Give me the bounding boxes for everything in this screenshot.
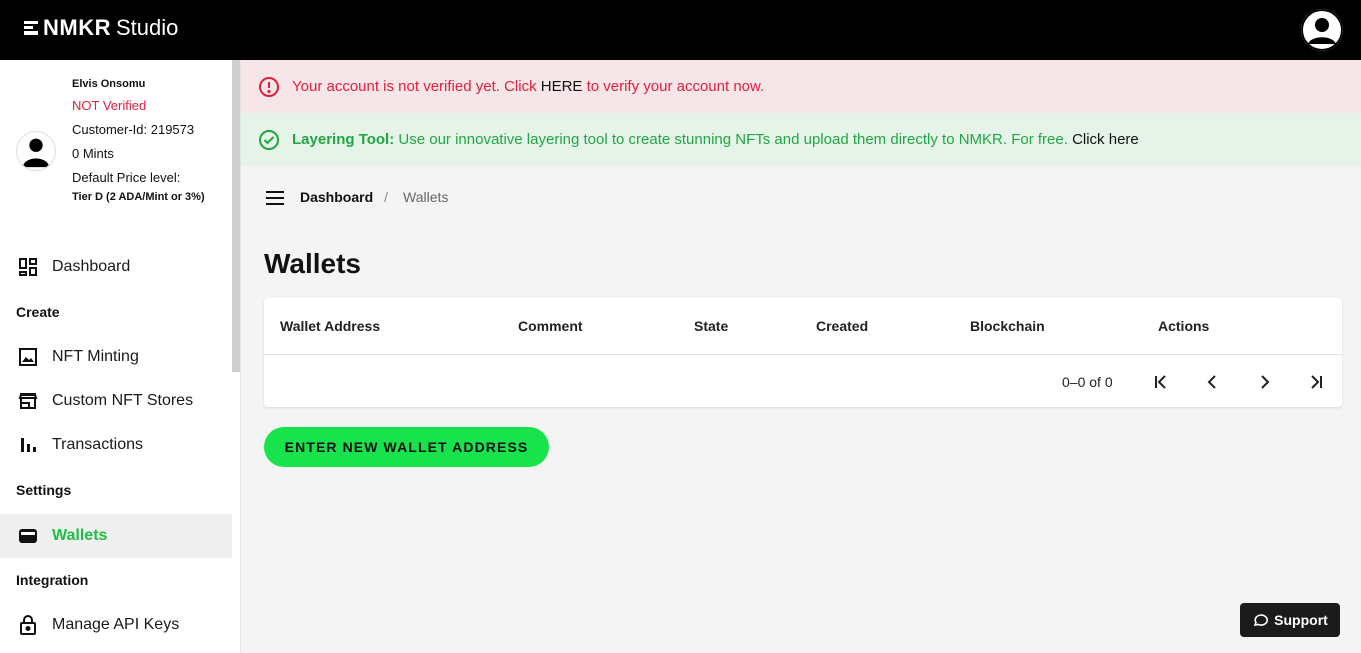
- first-page-icon[interactable]: [1149, 370, 1173, 394]
- user-avatar-icon[interactable]: [1301, 9, 1343, 51]
- page-title: Wallets: [264, 248, 361, 279]
- store-icon: [17, 390, 39, 412]
- sidebar-item-custom-stores[interactable]: Custom NFT Stores: [0, 379, 232, 423]
- column-header[interactable]: Blockchain: [970, 318, 1045, 334]
- column-header[interactable]: State: [694, 318, 728, 334]
- nmkr-logo[interactable]: NMKR Studio: [24, 14, 178, 42]
- lock-icon: [17, 614, 39, 636]
- enter-new-wallet-button[interactable]: ENTER NEW WALLET ADDRESS: [264, 427, 549, 467]
- layering-tool-alert: Layering Tool: Use our innovative layeri…: [241, 113, 1361, 166]
- sidebar-item-label: NFT Minting: [52, 348, 139, 365]
- sidebar-item-api-keys[interactable]: Manage API Keys: [0, 603, 232, 647]
- sidebar-item-nft-minting[interactable]: NFT Minting: [0, 335, 232, 379]
- profile-avatar-icon: [16, 131, 56, 171]
- nmkr-logo-icon: [24, 21, 38, 35]
- alert-text-after: to verify your account now.: [582, 78, 765, 95]
- sidebar-item-label: Transactions: [52, 436, 143, 453]
- sidebar-item-dashboard[interactable]: Dashboard: [0, 245, 232, 289]
- column-header[interactable]: Created: [816, 318, 868, 334]
- check-circle-icon: [259, 129, 279, 150]
- customer-id: Customer-Id: 219573: [72, 122, 195, 137]
- sidebar-item-wallets[interactable]: Wallets: [0, 514, 232, 558]
- price-level-label: Default Price level:: [72, 170, 181, 185]
- breadcrumb-current: Wallets: [403, 189, 449, 205]
- sidebar-item-transactions[interactable]: Transactions: [0, 423, 232, 467]
- table-header: Wallet Address Comment State Created Blo…: [264, 298, 1342, 355]
- profile-name: Elvis Onsomu: [72, 78, 146, 90]
- support-button[interactable]: Support: [1240, 603, 1340, 637]
- section-integration: Integration: [16, 572, 89, 588]
- menu-icon[interactable]: [265, 189, 287, 207]
- sidebar-item-label: Dashboard: [52, 258, 131, 275]
- error-circle-icon: [259, 76, 279, 97]
- verification-status[interactable]: NOT Verified: [72, 98, 146, 113]
- bar-chart-icon: [17, 434, 39, 456]
- previous-page-icon[interactable]: [1201, 370, 1225, 394]
- wallet-icon: [17, 525, 39, 547]
- section-create: Create: [16, 304, 60, 320]
- product-name: Studio: [116, 15, 179, 40]
- column-header[interactable]: Actions: [1158, 318, 1209, 334]
- sidebar-item-label: Wallets: [52, 527, 108, 544]
- sidebar-item-label: Custom NFT Stores: [52, 392, 194, 409]
- last-page-icon[interactable]: [1304, 370, 1328, 394]
- next-page-icon[interactable]: [1252, 370, 1276, 394]
- layering-tool-title: Layering Tool:: [292, 131, 395, 148]
- sidebar-scrollbar[interactable]: [232, 60, 240, 372]
- image-icon: [17, 346, 39, 368]
- verification-alert: Your account is not verified yet. Click …: [241, 60, 1361, 113]
- verify-here-link[interactable]: HERE: [541, 78, 583, 95]
- layering-tool-link[interactable]: Click here: [1072, 131, 1139, 148]
- chat-bubble-icon: [1253, 614, 1269, 626]
- price-level-value: Tier D (2 ADA/Mint or 3%): [72, 191, 205, 203]
- alert-text-before: Your account is not verified yet. Click: [292, 78, 541, 95]
- layering-tool-text: Use our innovative layering tool to crea…: [394, 131, 1073, 148]
- sidebar-item-label: Manage API Keys: [52, 616, 180, 633]
- sidebar: Elvis Onsomu NOT Verified Customer-Id: 2…: [0, 60, 241, 653]
- column-header[interactable]: Wallet Address: [280, 318, 380, 334]
- mints-count: 0 Mints: [72, 146, 114, 161]
- top-bar: NMKR Studio: [0, 0, 1361, 60]
- dashboard-icon: [17, 256, 39, 278]
- column-header[interactable]: Comment: [518, 318, 583, 334]
- breadcrumb-dashboard[interactable]: Dashboard: [300, 189, 373, 205]
- breadcrumb-separator: /: [384, 189, 388, 205]
- pagination-info: 0–0 of 0: [1062, 374, 1113, 390]
- wallets-table: Wallet Address Comment State Created Blo…: [264, 298, 1342, 407]
- support-label: Support: [1274, 612, 1328, 628]
- brand-name: NMKR: [43, 15, 111, 40]
- section-settings: Settings: [16, 482, 72, 498]
